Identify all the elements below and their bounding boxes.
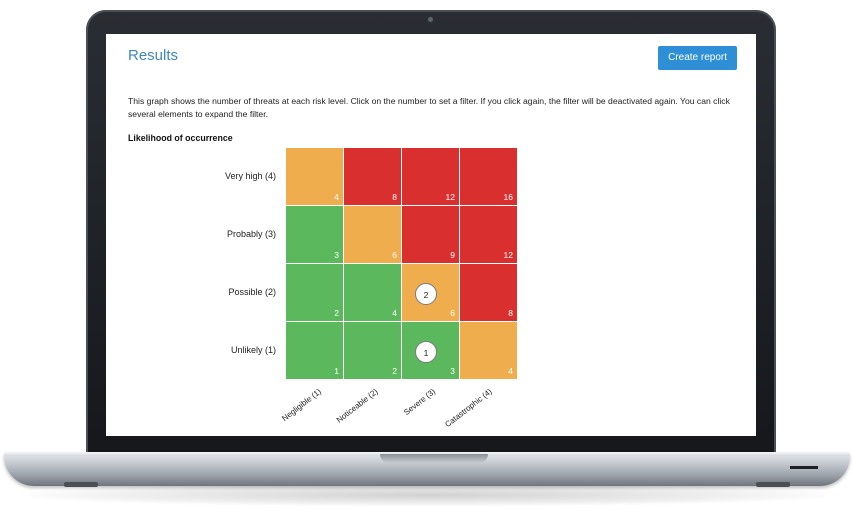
matrix-cell[interactable]: 13 <box>402 322 459 379</box>
row-label-very-high: Very high (4) <box>224 171 276 181</box>
cell-value: 8 <box>508 308 513 318</box>
threat-count-badge[interactable]: 1 <box>415 341 437 363</box>
matrix-cell[interactable]: 3 <box>286 206 343 263</box>
cell-value: 3 <box>334 250 339 260</box>
matrix-cell[interactable]: 2 <box>344 322 401 379</box>
cell-value: 12 <box>503 250 513 260</box>
cell-value: 4 <box>392 308 397 318</box>
row-label-unlikely: Unlikely (1) <box>230 345 276 355</box>
y-axis-title: Likelihood of occurrence <box>128 133 233 143</box>
webcam <box>428 17 433 22</box>
app-screen: Results Create report This graph shows t… <box>106 34 756 436</box>
matrix-cell[interactable]: 12 <box>460 206 517 263</box>
threat-count-badge[interactable]: 2 <box>415 283 437 305</box>
matrix-cell[interactable]: 4 <box>344 264 401 321</box>
cell-value: 4 <box>334 192 339 202</box>
base-indicator <box>790 466 818 469</box>
description-text: This graph shows the number of threats a… <box>128 96 730 119</box>
cell-value: 2 <box>392 366 397 376</box>
matrix-cell[interactable]: 9 <box>402 206 459 263</box>
matrix-cell[interactable]: 4 <box>286 148 343 205</box>
matrix-cell[interactable]: 26 <box>402 264 459 321</box>
cell-value: 2 <box>334 308 339 318</box>
matrix-cell[interactable]: 6 <box>344 206 401 263</box>
laptop-foot <box>756 482 790 487</box>
column-label-noticeable: Noticeable (2) <box>334 386 380 425</box>
lid-opening-notch <box>380 454 488 463</box>
risk-matrix: 4 8 12 16 3 6 9 12 2 4 26 8 1 2 13 4 <box>286 148 517 379</box>
column-label-severe: Severe (3) <box>401 386 437 418</box>
laptop-shadow <box>30 484 824 506</box>
matrix-cell[interactable]: 8 <box>344 148 401 205</box>
cell-value: 3 <box>450 366 455 376</box>
matrix-cell[interactable]: 12 <box>402 148 459 205</box>
laptop-base <box>4 452 850 487</box>
matrix-cell[interactable]: 8 <box>460 264 517 321</box>
page-title: Results <box>128 47 179 64</box>
cell-value: 4 <box>508 366 513 376</box>
row-label-probably: Probably (3) <box>226 229 276 239</box>
matrix-cell[interactable]: 16 <box>460 148 517 205</box>
cell-value: 1 <box>334 366 339 376</box>
cell-value: 16 <box>503 192 513 202</box>
matrix-cell[interactable]: 2 <box>286 264 343 321</box>
cell-value: 12 <box>445 192 455 202</box>
cell-value: 9 <box>450 250 455 260</box>
laptop-foot <box>64 482 98 487</box>
matrix-cell[interactable]: 4 <box>460 322 517 379</box>
create-report-button[interactable]: Create report <box>658 46 737 70</box>
column-label-negligible: Negligible (1) <box>280 386 323 424</box>
column-label-catastrophic: Catastrophic (4) <box>443 386 494 430</box>
cell-value: 6 <box>450 308 455 318</box>
cell-value: 8 <box>392 192 397 202</box>
matrix-cell[interactable]: 1 <box>286 322 343 379</box>
row-label-possible: Possible (2) <box>228 287 276 297</box>
cell-value: 6 <box>392 250 397 260</box>
